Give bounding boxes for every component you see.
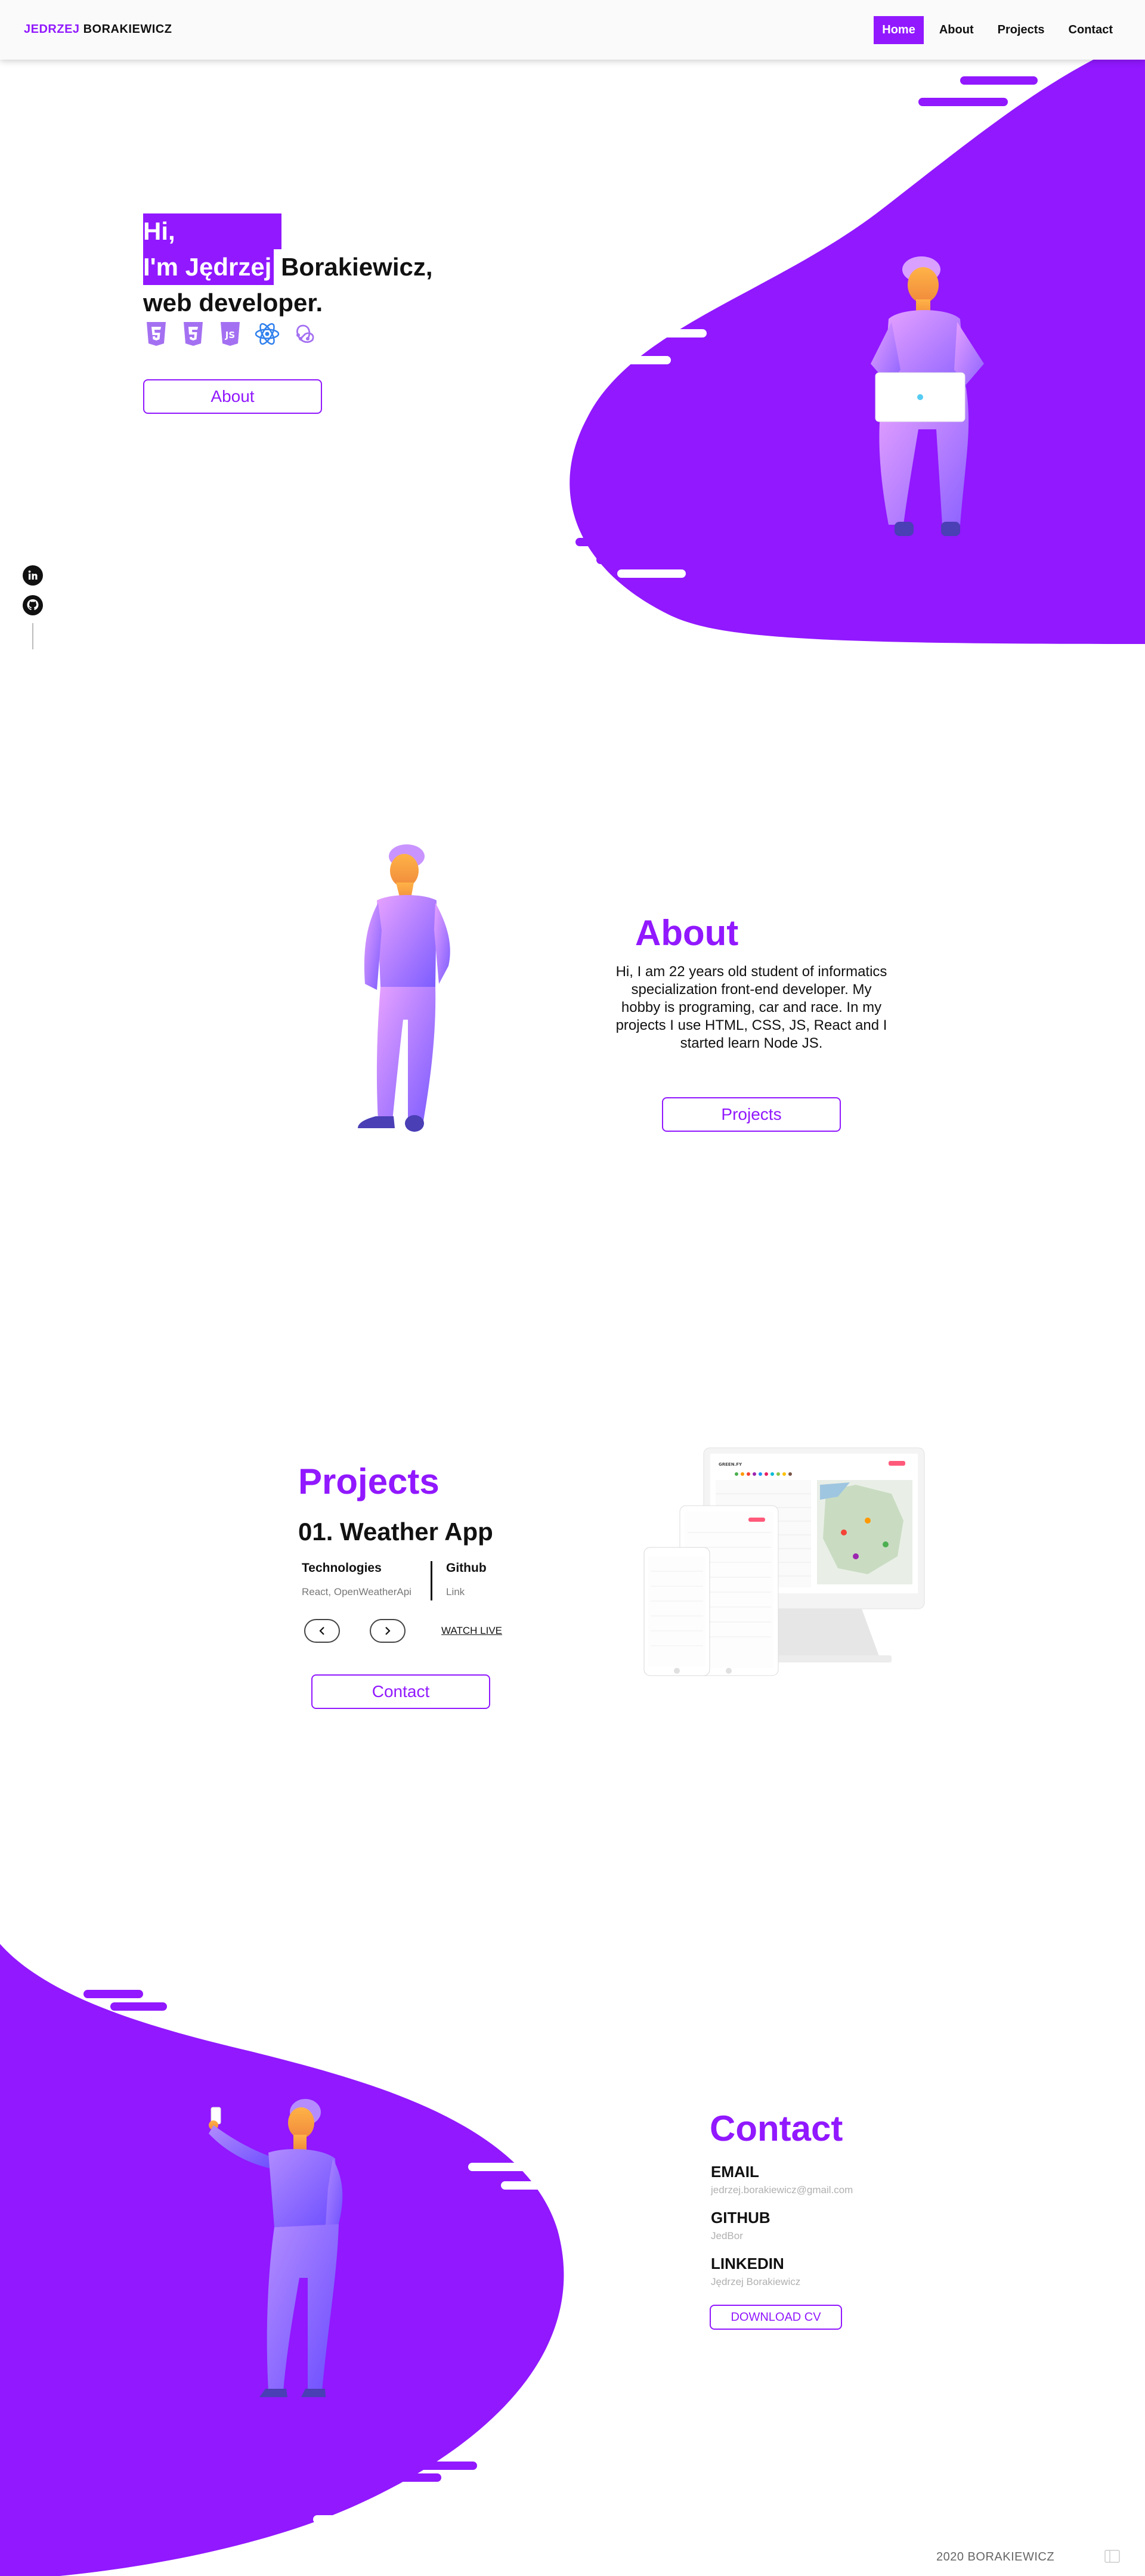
about-title: About bbox=[635, 913, 739, 953]
email-label: EMAIL bbox=[711, 2163, 759, 2181]
html5-icon bbox=[147, 322, 166, 346]
about-projects-button[interactable]: Projects bbox=[662, 1097, 841, 1132]
site-logo[interactable]: JEDRZEJ BORAKIEWICZ bbox=[24, 23, 172, 36]
chevron-left-icon bbox=[319, 1627, 324, 1635]
contact-streak bbox=[417, 2462, 477, 2470]
hero-streak bbox=[596, 556, 632, 564]
contact-streak bbox=[313, 2515, 382, 2524]
projects-title: Projects bbox=[298, 1462, 440, 1501]
project-divider bbox=[431, 1561, 432, 1600]
contact-streak bbox=[501, 2181, 546, 2190]
github-link[interactable]: Link bbox=[446, 1586, 494, 1598]
hero-hi: Hi, bbox=[143, 213, 281, 249]
nav-home[interactable]: Home bbox=[874, 16, 924, 44]
hero-streak bbox=[575, 538, 632, 546]
redux-icon bbox=[296, 324, 314, 343]
nav-projects[interactable]: Projects bbox=[989, 16, 1053, 44]
linkedin-contact-value[interactable]: Jędrzej Borakiewicz bbox=[711, 2276, 800, 2288]
css3-icon bbox=[184, 322, 203, 346]
hero-name-rest: Borakiewicz, bbox=[274, 253, 433, 281]
contact-streak bbox=[83, 1990, 143, 1998]
next-project-button[interactable] bbox=[370, 1619, 406, 1643]
nav-contact[interactable]: Contact bbox=[1060, 16, 1121, 44]
nav-about[interactable]: About bbox=[931, 16, 982, 44]
hero-streak bbox=[918, 98, 1008, 106]
contact-person-selfie-illustration bbox=[209, 2099, 343, 2397]
contact-streak bbox=[468, 2163, 540, 2171]
mockup-brand: GREEN.FY bbox=[719, 1462, 742, 1467]
contact-streak bbox=[382, 2473, 441, 2482]
github-contact-value[interactable]: JedBor bbox=[711, 2230, 743, 2242]
logo-first-name: JEDRZEJ bbox=[24, 23, 80, 36]
project-mockup-image: GREEN.FY bbox=[643, 1447, 925, 1676]
technologies-label: Technologies bbox=[302, 1561, 382, 1575]
social-divider-line bbox=[32, 623, 33, 649]
github-label: Github bbox=[446, 1561, 487, 1575]
project-name: 01. Weather App bbox=[298, 1518, 493, 1546]
about-person-illustration bbox=[358, 844, 450, 1132]
hero-heading: Hi, I'm Jędrzej Borakiewicz, web develop… bbox=[143, 213, 433, 321]
linkedin-contact-label: LINKEDIN bbox=[711, 2255, 784, 2272]
prev-project-button[interactable] bbox=[304, 1619, 340, 1643]
footer-copyright: 2020 BORAKIEWICZ bbox=[936, 2550, 1055, 2563]
projects-contact-button[interactable]: Contact bbox=[311, 1674, 490, 1709]
hero-role: web developer. bbox=[143, 289, 323, 317]
github-icon[interactable] bbox=[23, 595, 43, 615]
download-cv-button[interactable]: DOWNLOAD CV bbox=[710, 2305, 842, 2330]
nav-links: Home About Projects Contact bbox=[874, 16, 1121, 44]
project-technologies: Technologies React, OpenWeatherApi bbox=[302, 1561, 415, 1598]
linkedin-icon[interactable] bbox=[23, 565, 43, 586]
about-description: Hi, I am 22 years old student of informa… bbox=[615, 964, 887, 1051]
contact-streak bbox=[110, 2002, 167, 2011]
chevron-right-icon bbox=[385, 1627, 391, 1635]
hero-about-button[interactable]: About bbox=[143, 379, 322, 414]
svg-text:JS: JS bbox=[225, 330, 235, 340]
top-navbar: JEDRZEJ BORAKIEWICZ Home About Projects … bbox=[0, 0, 1145, 60]
footer-small-icon bbox=[1104, 2550, 1120, 2563]
technologies-value: React, OpenWeatherApi bbox=[302, 1586, 411, 1597]
react-icon bbox=[255, 323, 280, 345]
hero-person-laptop-illustration bbox=[871, 256, 984, 536]
hero-streak bbox=[960, 76, 1038, 85]
email-value[interactable]: jedrzej.borakiewicz@gmail.com bbox=[711, 2184, 853, 2196]
contact-title: Contact bbox=[710, 2109, 843, 2148]
js-icon: JS bbox=[221, 322, 240, 346]
hero-streak bbox=[608, 356, 671, 364]
github-contact-label: GITHUB bbox=[711, 2209, 770, 2227]
watch-live-link[interactable]: WATCH LIVE bbox=[441, 1625, 502, 1637]
hero-name-highlight: I'm Jędrzej bbox=[143, 249, 274, 285]
tech-icon-row: JS bbox=[143, 321, 317, 347]
logo-last-name: BORAKIEWICZ bbox=[83, 23, 172, 36]
project-github: Github Link bbox=[446, 1561, 494, 1598]
hero-streak bbox=[620, 329, 707, 338]
hero-streak bbox=[617, 569, 686, 578]
